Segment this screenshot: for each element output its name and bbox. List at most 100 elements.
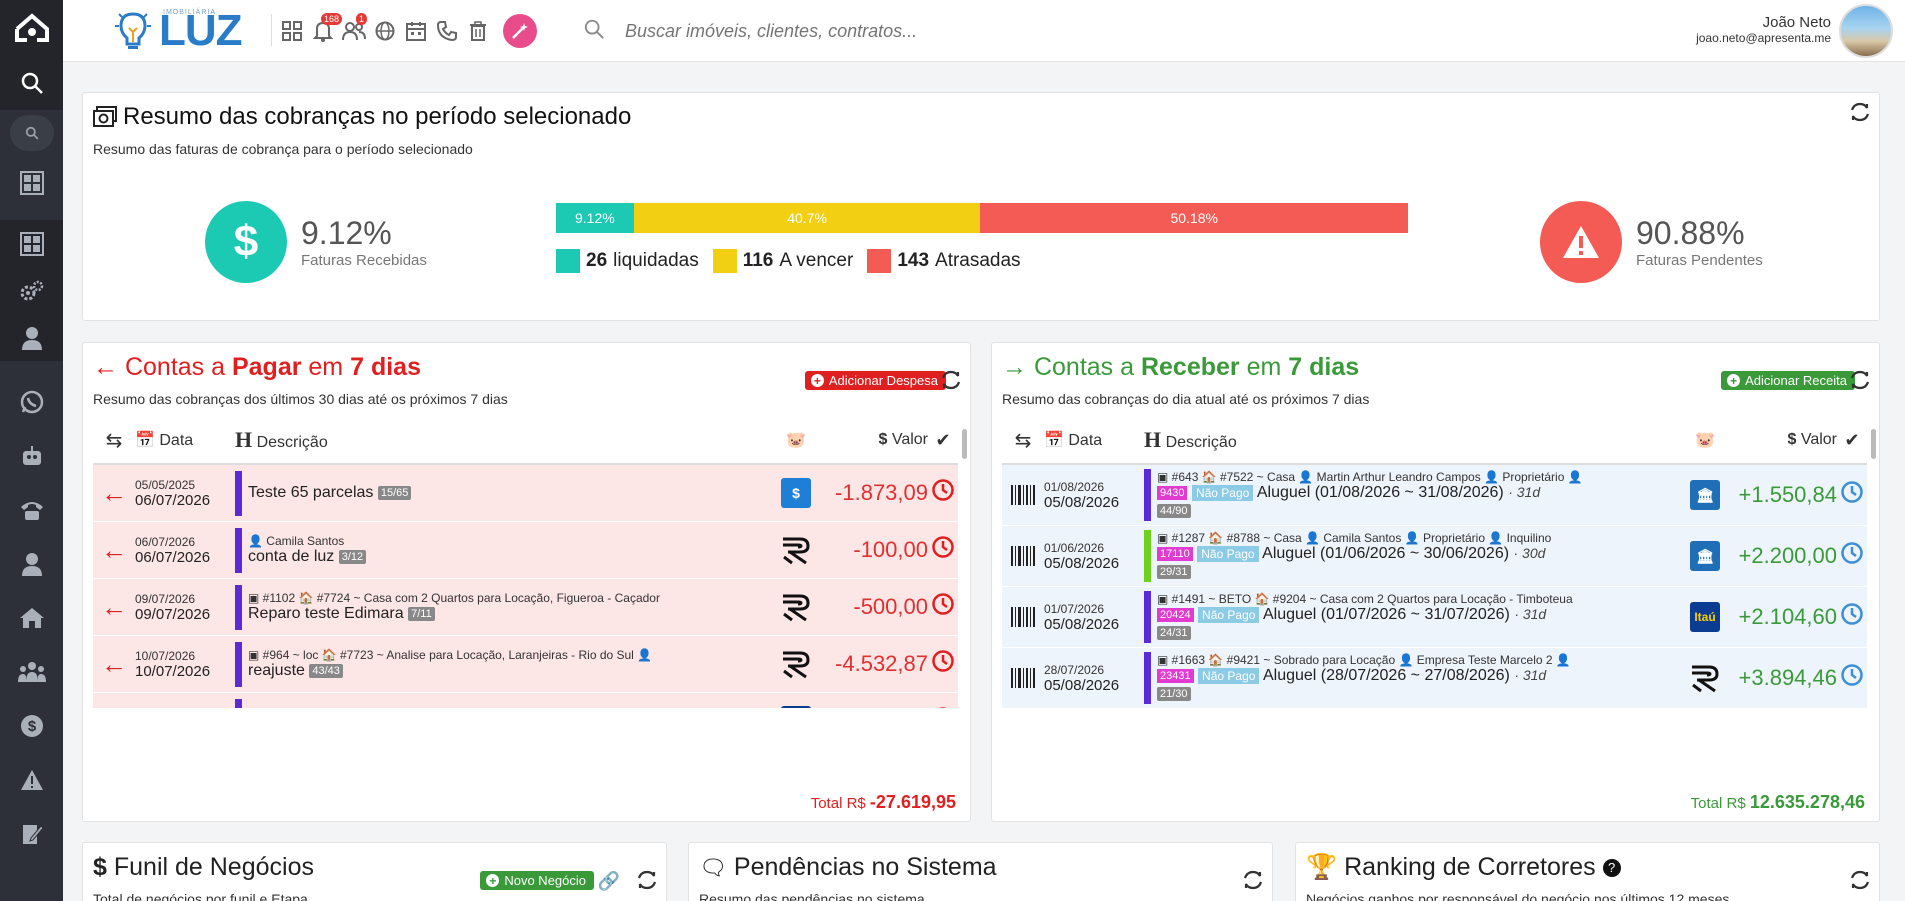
receivable-row[interactable]: 01/06/2026 05/08/2026 ▣ #1287 🏠 #8788 ~ …	[1002, 526, 1867, 587]
summary-title: Resumo das cobranças no período selecion…	[123, 103, 632, 130]
due-date: 05/08/2026	[1044, 676, 1120, 694]
receivable-row[interactable]: 01/08/2026 05/08/2026 ▣ #643 🏠 #7522 ~ C…	[1002, 465, 1867, 526]
clock-icon[interactable]	[1837, 663, 1867, 693]
installment-chip: 24/31	[1157, 625, 1191, 640]
sort-arrows-icon[interactable]: ⇆	[93, 428, 135, 453]
bank-icon	[774, 649, 818, 679]
summary-refresh-icon[interactable]	[1849, 101, 1871, 129]
installment-chip: 7/11	[408, 606, 435, 621]
payable-row[interactable]: ← 01/07/2026 10/07/2026 Karine aa 16/30 …	[93, 693, 958, 708]
settings-gears-icon[interactable]	[0, 267, 63, 314]
phone-icon[interactable]	[0, 483, 63, 537]
clock-icon[interactable]	[928, 649, 958, 679]
chat-icon: 🗨	[699, 855, 727, 880]
user-email: joao.neto@apresenta.me	[1696, 31, 1831, 45]
billing-progress-bar: 9.12% 40.7% 50.18%	[556, 203, 1408, 233]
status-bar	[235, 698, 242, 708]
invoice-code: 17110	[1157, 546, 1193, 561]
avatar[interactable]	[1839, 4, 1893, 58]
panels-icon[interactable]	[0, 220, 63, 267]
funnel-card: $ Funil de Negócios Total de negócios po…	[82, 842, 667, 901]
add-expense-button[interactable]: + Adicionar Despesa	[804, 371, 946, 390]
calendar-icon[interactable]	[404, 17, 428, 45]
ranking-refresh-icon[interactable]	[1849, 869, 1871, 897]
payment-status: Não Pago	[1191, 484, 1254, 501]
user-name: João Neto	[1762, 14, 1831, 31]
users-badge: 1	[356, 13, 368, 25]
issue-date: 01/06/2026	[1044, 540, 1105, 555]
ranking-subtitle: Negócios ganhos por responsável do negóc…	[1306, 891, 1730, 901]
arrow-left-icon: ←	[101, 534, 127, 565]
new-deal-button[interactable]: + Novo Negócio	[480, 871, 594, 890]
bank-icon	[1683, 663, 1727, 693]
help-icon: ?	[1602, 859, 1621, 878]
installment-chip: 3/12	[338, 549, 367, 564]
notifications-bell-icon[interactable]: 168	[311, 13, 343, 45]
payable-scrollbar[interactable]	[962, 429, 967, 459]
user-info[interactable]: João Neto joao.neto@apresenta.me	[1696, 14, 1831, 45]
legend-liquidadas[interactable]: 26 liquidadas	[556, 249, 699, 273]
user-icon[interactable]	[0, 314, 63, 361]
issue-date: 06/07/2026	[135, 534, 196, 549]
payable-row[interactable]: ← 10/07/2026 10/07/2026 ▣ #964 ~ loc 🏠 #…	[93, 636, 958, 693]
issue-date: 09/07/2026	[135, 591, 196, 606]
payable-title: ← Contas a Pagar em 7 dias	[93, 353, 421, 381]
bank-icon	[774, 592, 818, 622]
funnel-refresh-icon[interactable]	[636, 869, 658, 897]
row-value: -1.873,09	[835, 480, 928, 505]
properties-home-icon[interactable]	[0, 591, 63, 645]
whatsapp-icon[interactable]	[0, 375, 63, 429]
issue-date: 01/07/2026	[1044, 601, 1105, 616]
barcode-icon[interactable]	[1002, 545, 1044, 567]
legend-atrasadas[interactable]: 143 Atrasadas	[867, 249, 1021, 273]
receivable-scrollbar[interactable]	[1871, 429, 1876, 459]
receivable-refresh-icon[interactable]	[1849, 369, 1871, 397]
receivable-row[interactable]: 01/07/2026 05/08/2026 ▣ #1491 ~ BETO 🏠 #…	[1002, 587, 1867, 648]
clock-icon[interactable]	[1837, 541, 1867, 571]
installment-chip: 15/65	[377, 485, 412, 500]
barcode-icon[interactable]	[1002, 484, 1044, 506]
alert-triangle-icon	[1540, 201, 1622, 283]
pending-refresh-icon[interactable]	[1242, 869, 1264, 897]
clock-icon[interactable]	[928, 478, 958, 508]
clients-icon[interactable]	[0, 537, 63, 591]
payable-row[interactable]: ← 06/07/2026 06/07/2026 👤 Camila Santos …	[93, 522, 958, 579]
clock-icon[interactable]	[928, 592, 958, 622]
clock-icon[interactable]	[928, 535, 958, 565]
receivable-row[interactable]: 28/07/2026 05/08/2026 ▣ #1663 🏠 #9421 ~ …	[1002, 648, 1867, 708]
global-search-input[interactable]	[625, 16, 1185, 46]
row-meta: ▣ #964 ~ loc 🏠 #7723 ~ Analise para Loca…	[248, 648, 653, 662]
heading-icon: H	[235, 427, 253, 452]
finance-dollar-icon[interactable]: $	[0, 699, 63, 753]
payable-refresh-icon[interactable]	[940, 369, 962, 397]
warning-icon[interactable]	[0, 753, 63, 807]
add-revenue-button[interactable]: + Adicionar Receita	[1721, 371, 1855, 390]
link-icon[interactable]: 🔗	[598, 871, 620, 892]
clock-icon[interactable]	[928, 706, 958, 708]
payable-row[interactable]: ← 09/07/2026 09/07/2026 ▣ #1102 🏠 #7724 …	[93, 579, 958, 636]
receivable-total: Total R$ 12.635.278,46	[1690, 792, 1865, 812]
team-icon[interactable]	[0, 645, 63, 699]
sidebar-search-box[interactable]	[0, 110, 63, 156]
clock-icon[interactable]	[1837, 480, 1867, 510]
barcode-icon[interactable]	[1002, 667, 1044, 689]
dashboard-icon[interactable]	[0, 156, 63, 210]
robot-icon[interactable]	[0, 429, 63, 483]
edit-document-icon[interactable]	[0, 807, 63, 861]
lightbulb-icon	[115, 12, 151, 49]
bank-icon	[774, 535, 818, 565]
payable-row[interactable]: ← 05/05/2025 06/07/2026 Teste 65 parcela…	[93, 465, 958, 522]
globe-icon[interactable]	[373, 17, 397, 45]
clock-icon[interactable]	[1837, 602, 1867, 632]
users-icon[interactable]: 1	[342, 13, 368, 45]
status-bar	[235, 641, 242, 687]
search-icon[interactable]	[0, 56, 63, 110]
trash-icon[interactable]	[466, 17, 490, 45]
grid-icon[interactable]	[280, 17, 304, 45]
barcode-icon[interactable]	[1002, 606, 1044, 628]
sort-arrows-icon[interactable]: ⇆	[1002, 428, 1044, 453]
home-logo-icon[interactable]	[0, 0, 63, 56]
legend-a-vencer[interactable]: 116 A vencer	[712, 249, 853, 273]
phone-call-icon[interactable]	[435, 17, 459, 45]
magic-wand-icon[interactable]	[503, 14, 537, 48]
